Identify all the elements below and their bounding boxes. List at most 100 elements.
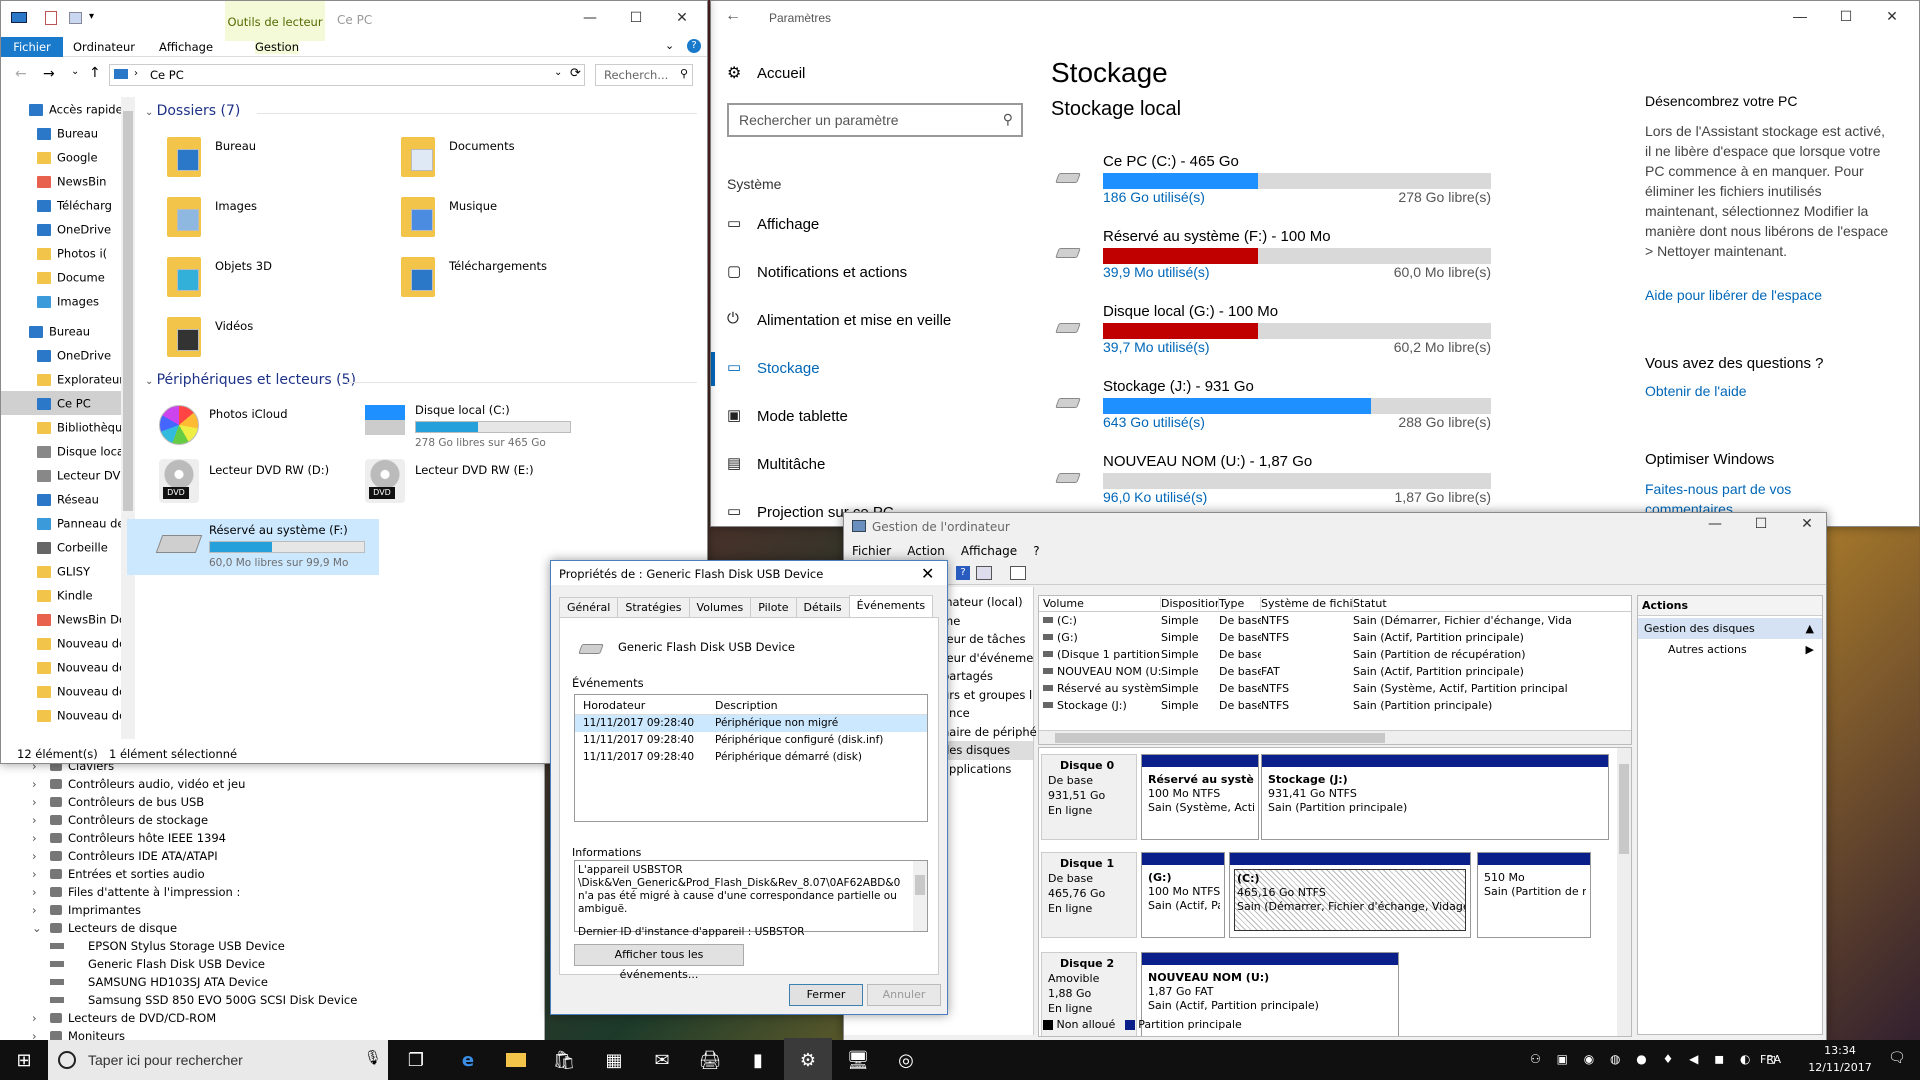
nav-item[interactable]: Ce PC: [1, 391, 135, 415]
store-icon[interactable]: 🛍: [540, 1038, 588, 1080]
task-view-icon[interactable]: ❐: [392, 1038, 440, 1080]
volume-row[interactable]: Stockage (J:) Simple De base NTFS Sain (Part…: [1039, 697, 1631, 714]
nav-item[interactable]: Nouveau do: [1, 679, 135, 703]
settings-search-input[interactable]: Rechercher un paramètre: [739, 112, 899, 128]
nav-item[interactable]: Images: [1, 289, 135, 313]
computer-mgmt-taskbar-icon[interactable]: 🖥: [834, 1038, 882, 1080]
props-close-button[interactable]: ✕: [921, 564, 934, 583]
nav-item[interactable]: Réseau: [1, 487, 135, 511]
devmgr-item[interactable]: Generic Flash Disk USB Device: [0, 955, 544, 973]
cm-tree-item[interactable]: des disques: [942, 741, 1033, 760]
nav-item-4[interactable]: Mode tablette: [757, 408, 848, 425]
props-tab-5[interactable]: Événements: [848, 595, 934, 617]
event-row[interactable]: 11/11/2017 09:28:40 Périphérique non migr…: [575, 715, 927, 732]
cm-tree-item[interactable]: applications: [942, 760, 1033, 779]
edge-icon[interactable]: e: [444, 1038, 492, 1080]
taskbar-search-input[interactable]: Taper ici pour rechercher: [88, 1052, 243, 1068]
settings-taskbar-icon[interactable]: ⚙: [784, 1038, 832, 1080]
exp-minimize-button[interactable]: —: [567, 3, 613, 33]
drive-name-3[interactable]: Stockage (J:) - 931 Go: [1103, 378, 1254, 395]
volume-row[interactable]: (C:) Simple De base NTFS Sain (Démarrer, Fic…: [1039, 612, 1631, 629]
list-icon[interactable]: [1010, 566, 1026, 580]
props-tab-3[interactable]: Pilote: [750, 597, 797, 617]
nav-item[interactable]: Bureau: [1, 319, 135, 343]
folders-header[interactable]: ⌄ Dossiers (7): [145, 103, 240, 119]
volume-row[interactable]: Réservé au système (F:)Simple De baseNTFS…: [1039, 680, 1631, 697]
nav-item[interactable]: Bibliothèqu: [1, 415, 135, 439]
folder-item[interactable]: Images: [167, 197, 387, 249]
nav-item[interactable]: Kindle: [1, 583, 135, 607]
folder-item[interactable]: Vidéos: [167, 317, 387, 369]
close-dialog-button[interactable]: Fermer: [789, 984, 863, 1006]
cm-col-1[interactable]: Disposition: [1161, 597, 1219, 610]
devmgr-item[interactable]: › Contrôleurs audio, vidéo et jeu: [0, 775, 544, 793]
nav-item-1[interactable]: Notifications et actions: [757, 264, 907, 281]
partition-block[interactable]: Stockage (J:) 931,41 Go NTFS Sain (Partiti…: [1261, 754, 1609, 840]
drive-name-2[interactable]: Disque local (G:) - 100 Mo: [1103, 303, 1278, 320]
device-item[interactable]: DVD Lecteur DVD RW (D:): [159, 459, 379, 515]
props-tab-4[interactable]: Détails: [795, 597, 850, 617]
nav-item[interactable]: Docume: [1, 265, 135, 289]
devmgr-item[interactable]: › Files d'attente à l'impression :: [0, 883, 544, 901]
minimize-button[interactable]: —: [1777, 1, 1823, 31]
disk-label-0[interactable]: Disque 0 De base 931,51 Go En ligne: [1041, 754, 1137, 840]
drive-used-0[interactable]: 186 Go utilisé(s): [1103, 189, 1205, 205]
info-scrollbar[interactable]: [913, 861, 927, 931]
mail-icon[interactable]: ✉: [638, 1038, 686, 1080]
nav-item[interactable]: Nouveau do: [1, 631, 135, 655]
clock-time[interactable]: 13:34: [1812, 1044, 1868, 1057]
volume-row[interactable]: (G:) Simple De base NTFS Sain (Actif, Partit…: [1039, 629, 1631, 646]
cm-menu-0[interactable]: Fichier: [852, 544, 891, 558]
nav-item[interactable]: Nouveau do: [1, 703, 135, 727]
tab-affichage[interactable]: Affichage: [159, 40, 213, 54]
back-arrow-icon[interactable]: ←: [725, 7, 741, 25]
folder-item[interactable]: Bureau: [167, 137, 387, 189]
microphone-icon[interactable]: 🎙: [364, 1050, 382, 1066]
exp-maximize-button[interactable]: ☐: [613, 3, 659, 33]
drive-used-2[interactable]: 39,7 Mo utilisé(s): [1103, 339, 1210, 355]
calculator-icon[interactable]: ▦: [590, 1038, 638, 1080]
nav-item[interactable]: Panneau de: [1, 511, 135, 535]
devmgr-item[interactable]: › Contrôleurs IDE ATA/ATAPI: [0, 847, 544, 865]
col-description[interactable]: Description: [715, 699, 778, 712]
tab-gestion[interactable]: Gestion: [255, 40, 300, 54]
partition-block[interactable]: 510 Mo Sain (Partition de ré: [1477, 852, 1591, 938]
devices-header[interactable]: ⌄ Périphériques et lecteurs (5): [145, 372, 356, 388]
nav-item[interactable]: Bureau: [1, 121, 135, 145]
cm-tree-item[interactable]: me: [942, 612, 1033, 631]
props-tab-2[interactable]: Volumes: [688, 597, 752, 617]
props-tab-1[interactable]: Stratégies: [617, 597, 690, 617]
disk-label-1[interactable]: Disque 1 De base 465,76 Go En ligne: [1041, 852, 1137, 938]
event-row[interactable]: 11/11/2017 09:28:40 Périphérique démarré …: [575, 749, 927, 766]
cm-tree-item[interactable]: partagés: [942, 667, 1033, 686]
drive-used-1[interactable]: 39,9 Mo utilisé(s): [1103, 264, 1210, 280]
folder-item[interactable]: Documents: [401, 137, 621, 189]
cm-close-button[interactable]: ✕: [1784, 513, 1826, 539]
drive-name-4[interactable]: NOUVEAU NOM (U:) - 1,87 Go: [1103, 453, 1312, 470]
device-item[interactable]: Photos iCloud: [159, 403, 379, 459]
cm-tree-item[interactable]: urs et groupes l: [942, 686, 1033, 705]
volume-hscrollbar[interactable]: [1039, 730, 1631, 744]
close-button[interactable]: ✕: [1869, 1, 1915, 31]
back-icon[interactable]: ←: [15, 66, 27, 82]
nav-item[interactable]: Lecteur DVD: [1, 463, 135, 487]
nav-item[interactable]: Accès rapide: [1, 97, 135, 121]
nav-home[interactable]: Accueil: [757, 65, 805, 82]
device-item[interactable]: Réservé au système (F:) 60,0 Mo libres su…: [127, 519, 379, 575]
devmgr-item[interactable]: › Contrôleurs de stockage: [0, 811, 544, 829]
help-icon[interactable]: ?: [956, 566, 970, 580]
explorer-search-input[interactable]: Recherch...: [604, 68, 668, 82]
devmgr-item[interactable]: Samsung SSD 850 EVO 500G SCSI Disk Devic…: [0, 991, 544, 1009]
clock-date[interactable]: 12/11/2017: [1800, 1061, 1880, 1074]
view-icon[interactable]: [976, 566, 992, 580]
devmgr-item[interactable]: › Contrôleurs de bus USB: [0, 793, 544, 811]
cancel-dialog-button[interactable]: Annuler: [867, 984, 941, 1006]
event-row[interactable]: 11/11/2017 09:28:40 Périphérique configur…: [575, 732, 927, 749]
nav-item-2[interactable]: Alimentation et mise en veille: [757, 312, 951, 329]
nav-item[interactable]: GLISY: [1, 559, 135, 583]
nav-item[interactable]: NewsBin: [1, 169, 135, 193]
nav-item-0[interactable]: Affichage: [757, 216, 819, 233]
link-get-help[interactable]: Obtenir de l'aide: [1645, 383, 1747, 399]
drive-name-0[interactable]: Ce PC (C:) - 465 Go: [1103, 153, 1239, 170]
devmgr-item[interactable]: › Lecteurs de DVD/CD-ROM: [0, 1009, 544, 1027]
